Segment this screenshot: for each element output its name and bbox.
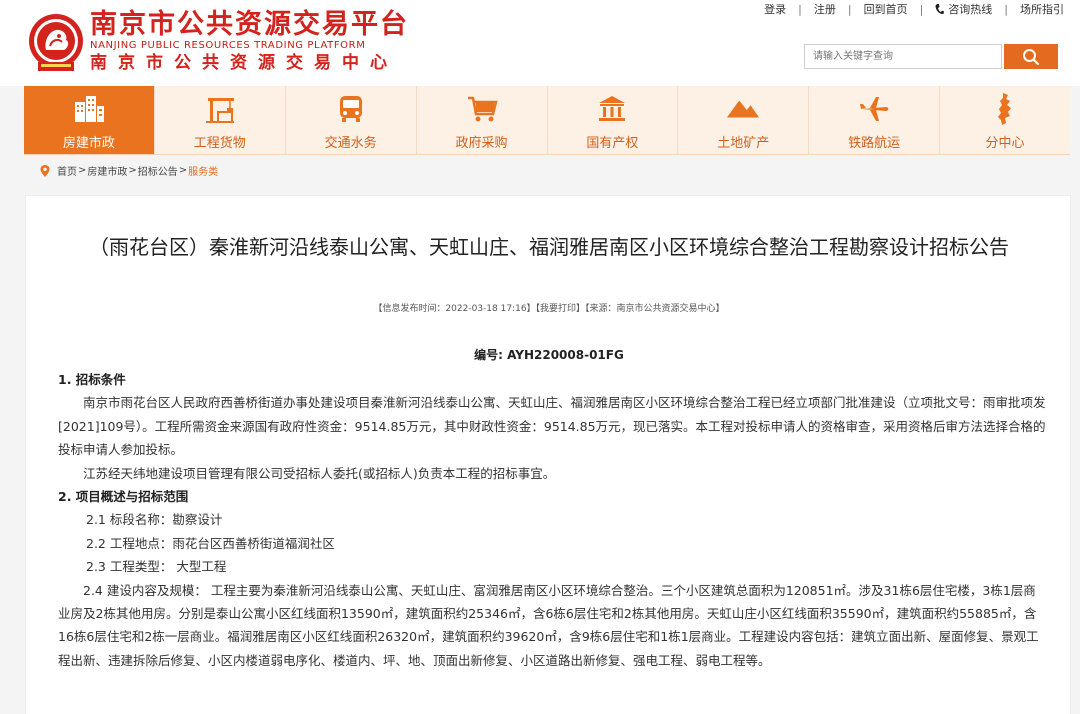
home-link[interactable]: 回到首页 xyxy=(864,1,908,17)
search-icon xyxy=(1023,48,1040,65)
hotline-link[interactable]: 咨询热线 xyxy=(935,1,992,17)
divider: | xyxy=(847,2,852,16)
nav-label: 国有产权 xyxy=(586,136,639,151)
breadcrumb-tender-notice[interactable]: 招标公告 xyxy=(138,163,178,178)
nav-item-housing[interactable]: 房建市政 xyxy=(24,86,155,154)
nav-item-land-minerals[interactable]: 土地矿产 xyxy=(678,86,810,154)
nav-label: 铁路航运 xyxy=(848,136,901,151)
nav-label: 房建市政 xyxy=(62,136,115,151)
breadcrumb-separator: > xyxy=(78,165,87,176)
nav-item-sub-center[interactable]: 分中心 xyxy=(940,86,1070,154)
crane-icon xyxy=(203,92,237,126)
bank-icon xyxy=(595,92,629,126)
logo-center-name: 南京市公共资源交易中心 xyxy=(90,53,398,73)
logo-text[interactable]: 南京市公共资源交易平台 NANJING PUBLIC RESOURCES TRA… xyxy=(90,10,409,74)
search-button[interactable] xyxy=(1004,44,1058,69)
nav-item-rail-shipping[interactable]: 铁路航运 xyxy=(809,86,941,154)
mountain-icon xyxy=(726,92,760,126)
phone-icon xyxy=(935,3,945,14)
nav-item-gov-procurement[interactable]: 政府采购 xyxy=(417,86,548,154)
hotline-label: 咨询热线 xyxy=(948,3,993,16)
nav-item-engineering-goods[interactable]: 工程货物 xyxy=(155,86,286,154)
list-item: 2.1 标段名称：勘察设计 xyxy=(86,512,223,528)
nav-label: 政府采购 xyxy=(455,136,508,151)
divider: | xyxy=(1004,2,1008,16)
nav-item-transport-water[interactable]: 交通水务 xyxy=(286,86,417,154)
section-heading: 2. 项目概述与招标范围 xyxy=(58,489,189,505)
map-icon xyxy=(988,92,1022,126)
site-header: 南京市公共资源交易平台 NANJING PUBLIC RESOURCES TRA… xyxy=(0,0,1080,86)
nav-label: 工程货物 xyxy=(193,136,246,151)
article-meta: 【信息发布时间：2022-03-18 17:16】【我要打印】【来源：南京市公共… xyxy=(373,304,725,314)
register-link[interactable]: 注册 xyxy=(814,1,836,17)
divider: | xyxy=(798,2,802,16)
top-links: 登录 | 注册 | 回到首页 | 咨询热线 | 场所指引 xyxy=(764,0,1064,18)
nav-label: 交通水务 xyxy=(324,136,377,151)
plane-icon xyxy=(857,92,891,126)
article-panel: （雨花台区）秦淮新河沿线泰山公寓、天虹山庄、福润雅居南区小区环境综合整治工程勘察… xyxy=(25,195,1071,714)
logo-emblem-icon[interactable] xyxy=(26,12,86,74)
article-body: 1. 招标条件 南京市雨花台区人民政府西善桥街道办事处建设项目秦淮新河沿线泰山公… xyxy=(58,368,1048,672)
breadcrumb-housing[interactable]: 房建市政 xyxy=(87,163,127,178)
list-item: 2.3 工程类型： 大型工程 xyxy=(86,559,227,575)
breadcrumb: 首页 > 房建市政 > 招标公告 > 服务类 xyxy=(40,163,218,178)
search-input[interactable] xyxy=(804,44,1002,69)
breadcrumb-separator: > xyxy=(178,165,188,176)
list-item: 2.2 工程地点：雨花台区西善桥街道福润社区 xyxy=(86,535,335,551)
venue-guide-link[interactable]: 场所指引 xyxy=(1020,1,1064,17)
building-icon xyxy=(72,92,106,126)
search-box xyxy=(804,44,1058,69)
breadcrumb-home[interactable]: 首页 xyxy=(57,163,77,178)
nav-item-state-assets[interactable]: 国有产权 xyxy=(548,86,679,154)
article-title: （雨花台区）秦淮新河沿线泰山公寓、天虹山庄、福润雅居南区小区环境综合整治工程勘察… xyxy=(89,235,1009,259)
nav-label: 分中心 xyxy=(985,136,1025,151)
section-heading: 1. 招标条件 xyxy=(58,372,126,387)
login-link[interactable]: 登录 xyxy=(764,1,786,17)
divider: | xyxy=(919,2,924,16)
logo-title: 南京市公共资源交易平台 xyxy=(90,9,409,40)
paragraph: 2.4 建设内容及规模： 工程主要为秦淮新河沿线泰山公寓、天虹山庄、富润雅居南区… xyxy=(58,582,1039,668)
bus-icon xyxy=(334,92,368,126)
location-pin-icon xyxy=(40,164,50,177)
logo-subtitle-en: NANJING PUBLIC RESOURCES TRADING PLATFOR… xyxy=(90,40,366,51)
main-nav: 房建市政 工程货物 交通水务 政府采购 国有产权 土地矿产 铁路航运 分中心 xyxy=(24,86,1070,155)
nav-label: 土地矿产 xyxy=(717,136,770,151)
breadcrumb-current[interactable]: 服务类 xyxy=(188,163,218,178)
paragraph: 江苏经天纬地建设项目管理有限公司受招标人委托(或招标人)负责本工程的招标事宜。 xyxy=(83,465,556,481)
breadcrumb-separator: > xyxy=(128,165,137,176)
cart-icon xyxy=(465,92,499,126)
paragraph: 南京市雨花台区人民政府西善桥街道办事处建设项目秦淮新河沿线泰山公寓、天虹山庄、福… xyxy=(58,395,1046,458)
article-code: 编号: AYH220008-01FG xyxy=(474,348,624,362)
